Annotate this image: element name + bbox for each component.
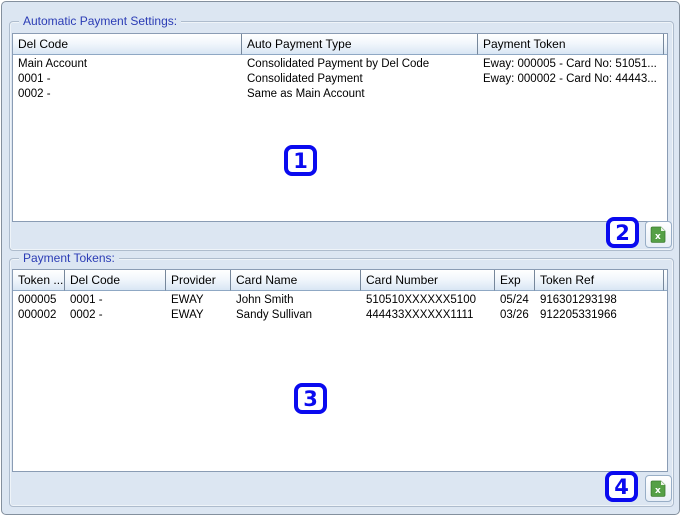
cell-auto-payment-type: Same as Main Account	[247, 88, 365, 100]
cell-card-number: 444433XXXXXX1111	[366, 309, 474, 321]
table-row[interactable]: Main Account Consolidated Payment by Del…	[13, 57, 667, 72]
column-header-auto-payment-type[interactable]: Auto Payment Type	[242, 34, 478, 55]
svg-text:x: x	[655, 486, 661, 496]
column-header-filler	[664, 34, 667, 55]
cell-del-code: 0001 -	[18, 73, 51, 85]
table-row[interactable]: 000005 0001 - EWAY John Smith 510510XXXX…	[13, 293, 667, 308]
column-header-del-code[interactable]: Del Code	[13, 34, 242, 55]
cell-auto-payment-type: Consolidated Payment by Del Code	[247, 58, 430, 70]
cell-payment-token	[478, 87, 664, 102]
screenshot-stage: Automatic Payment Settings: Del Code Aut…	[0, 0, 681, 518]
cell-payment-token: Eway: 000002 - Card No: 44443...	[483, 73, 657, 85]
cell-payment-token: Eway: 000005 - Card No: 51051...	[483, 58, 657, 70]
cell-exp: 03/26	[500, 309, 529, 321]
table-row[interactable]: 000002 0002 - EWAY Sandy Sullivan 444433…	[13, 308, 667, 323]
annotation-marker-4: 4	[605, 471, 638, 502]
table-body: Main Account Consolidated Payment by Del…	[13, 55, 667, 102]
table-row[interactable]: 0001 - Consolidated Payment Eway: 000002…	[13, 72, 667, 87]
automatic-payment-settings-table: Del Code Auto Payment Type Payment Token…	[12, 33, 668, 222]
annotation-marker-2: 2	[606, 217, 639, 248]
excel-export-icon: x	[650, 226, 666, 243]
cell-provider: EWAY	[171, 294, 204, 306]
table-body: 000005 0001 - EWAY John Smith 510510XXXX…	[13, 291, 667, 323]
cell-token: 000005	[18, 294, 57, 306]
export-to-excel-button[interactable]: x	[645, 221, 672, 248]
column-header-card-name[interactable]: Card Name	[231, 270, 361, 291]
automatic-payment-settings-groupbox: Automatic Payment Settings: Del Code Aut…	[9, 14, 674, 251]
cell-card-name: Sandy Sullivan	[236, 309, 313, 321]
column-header-exp[interactable]: Exp	[495, 270, 535, 291]
cell-del-code: 0002 -	[70, 309, 103, 321]
table-row[interactable]: 0002 - Same as Main Account	[13, 87, 667, 102]
column-header-filler	[664, 270, 667, 291]
payment-tokens-groupbox: Payment Tokens: Token ... Del Code Provi…	[9, 251, 674, 507]
excel-export-icon: x	[650, 480, 666, 497]
cell-auto-payment-type: Consolidated Payment	[247, 73, 363, 85]
column-header-card-number[interactable]: Card Number	[361, 270, 495, 291]
cell-token-ref: 912205331966	[540, 309, 617, 321]
column-header-del-code[interactable]: Del Code	[65, 270, 166, 291]
cell-del-code: Main Account	[18, 58, 88, 70]
column-header-token-ref[interactable]: Token Ref	[535, 270, 664, 291]
table-header-row: Token ... Del Code Provider Card Name Ca…	[13, 270, 667, 291]
payment-tokens-table: Token ... Del Code Provider Card Name Ca…	[12, 269, 668, 472]
cell-del-code: 0002 -	[18, 88, 51, 100]
annotation-marker-1: 1	[284, 145, 317, 176]
export-to-excel-button[interactable]: x	[645, 475, 672, 502]
annotation-marker-3: 3	[294, 383, 327, 414]
cell-del-code: 0001 -	[70, 294, 103, 306]
payment-settings-window: Automatic Payment Settings: Del Code Aut…	[1, 1, 680, 515]
cell-token-ref: 916301293198	[540, 294, 617, 306]
cell-card-number: 510510XXXXXX5100	[366, 294, 476, 306]
svg-text:x: x	[655, 232, 661, 242]
column-header-token[interactable]: Token ...	[13, 270, 65, 291]
column-header-provider[interactable]: Provider	[166, 270, 231, 291]
cell-exp: 05/24	[500, 294, 529, 306]
automatic-payment-settings-title: Automatic Payment Settings:	[19, 14, 182, 28]
cell-token: 000002	[18, 309, 57, 321]
column-header-payment-token[interactable]: Payment Token	[478, 34, 664, 55]
cell-provider: EWAY	[171, 309, 204, 321]
cell-card-name: John Smith	[236, 294, 294, 306]
payment-tokens-title: Payment Tokens:	[19, 251, 119, 265]
table-header-row: Del Code Auto Payment Type Payment Token	[13, 34, 667, 55]
